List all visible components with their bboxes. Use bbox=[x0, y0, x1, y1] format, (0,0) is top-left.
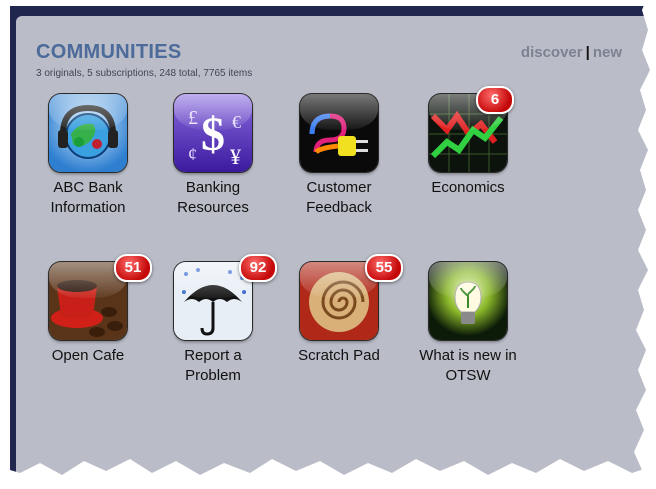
globe-headset-icon bbox=[49, 94, 127, 172]
community-label-line2: Feedback bbox=[306, 199, 372, 216]
notification-badge: 6 bbox=[476, 86, 514, 114]
svg-text:¢: ¢ bbox=[188, 144, 197, 164]
community-what-is-new-in-otsw[interactable]: What is new in OTSW bbox=[408, 262, 528, 386]
community-abc-bank-information[interactable]: ABC Bank Information bbox=[28, 94, 148, 218]
community-label-line2: Information bbox=[50, 199, 126, 216]
community-label-line1: Report a bbox=[184, 347, 242, 364]
community-label-line1: Customer bbox=[306, 179, 372, 196]
torn-edge-right bbox=[634, 0, 656, 489]
community-label-line1: Banking bbox=[185, 179, 241, 196]
community-label: Banking Resources bbox=[153, 178, 273, 218]
page-title: COMMUNITIES bbox=[36, 41, 182, 63]
currency-icon: $ £ € ¢ ¥ bbox=[174, 94, 252, 172]
communities-panel: COMMUNITIES 3 originals, 5 subscriptions… bbox=[16, 16, 656, 476]
community-label: Report a Problem bbox=[153, 346, 273, 386]
community-label: What is new in OTSW bbox=[408, 346, 528, 386]
community-label: Open Cafe bbox=[28, 346, 148, 366]
community-label-line1: Scratch Pad bbox=[298, 347, 380, 364]
community-customer-feedback[interactable]: Customer Feedback bbox=[279, 94, 399, 218]
community-scratch-pad[interactable]: 55 Scratch Pad bbox=[279, 254, 403, 366]
header-links: discover | new bbox=[521, 44, 622, 61]
community-label-line2: OTSW bbox=[445, 367, 491, 384]
community-economics[interactable]: 6 Economics bbox=[408, 86, 528, 198]
notification-badge: 92 bbox=[239, 254, 277, 282]
community-label-line1: What is new in bbox=[419, 347, 517, 364]
community-label: Customer Feedback bbox=[279, 178, 399, 218]
community-label-line2: Resources bbox=[177, 199, 249, 216]
community-report-a-problem[interactable]: 92 Report a Problem bbox=[153, 254, 277, 386]
plug-icon bbox=[300, 94, 378, 172]
community-label: Economics bbox=[408, 178, 528, 198]
community-label-line1: Open Cafe bbox=[51, 347, 125, 364]
community-label-line2: Problem bbox=[185, 367, 241, 384]
discover-link[interactable]: discover bbox=[521, 44, 583, 61]
link-separator: | bbox=[585, 44, 590, 61]
notification-badge: 55 bbox=[365, 254, 403, 282]
communities-summary: 3 originals, 5 subscriptions, 248 total,… bbox=[36, 68, 253, 79]
community-open-cafe[interactable]: 51 Open Cafe bbox=[28, 254, 152, 366]
community-label: ABC Bank Information bbox=[28, 178, 148, 218]
torn-edge-bottom bbox=[0, 459, 656, 489]
lightbulb-icon bbox=[429, 262, 507, 340]
community-banking-resources[interactable]: $ £ € ¢ ¥ Banking Resources bbox=[153, 94, 273, 218]
notification-badge: 51 bbox=[114, 254, 152, 282]
svg-text:¥: ¥ bbox=[230, 144, 241, 169]
community-label-line1: Economics bbox=[431, 179, 505, 196]
community-label: Scratch Pad bbox=[279, 346, 399, 366]
community-label-line1: ABC Bank bbox=[53, 179, 123, 196]
